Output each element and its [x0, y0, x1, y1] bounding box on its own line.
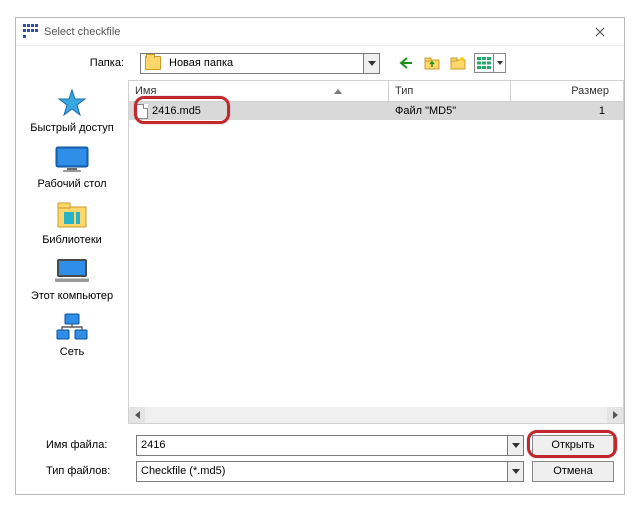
folder-combo-dropdown[interactable]: [363, 54, 379, 73]
chevron-down-icon: [497, 61, 503, 65]
place-quick-access[interactable]: Быстрый доступ: [16, 86, 128, 134]
folder-label: Папка:: [24, 57, 134, 69]
filename-dropdown[interactable]: [507, 436, 523, 455]
place-libraries[interactable]: Библиотеки: [16, 198, 128, 246]
cancel-button[interactable]: Отмена: [532, 461, 614, 482]
place-label: Быстрый доступ: [16, 122, 128, 134]
chevron-down-icon: [512, 443, 520, 448]
file-name: 2416.md5: [152, 105, 201, 117]
column-headers: Имя Тип Размер: [128, 80, 624, 102]
view-menu-button[interactable]: [474, 53, 506, 73]
horizontal-scrollbar[interactable]: [129, 407, 623, 423]
network-icon: [16, 310, 128, 344]
up-folder-icon: [424, 56, 440, 70]
close-icon: [595, 27, 605, 37]
chevron-down-icon: [512, 469, 520, 474]
scroll-right-button[interactable]: [607, 407, 623, 423]
column-header-size[interactable]: Размер: [511, 81, 624, 101]
sort-asc-icon: [334, 89, 342, 94]
close-button[interactable]: [582, 22, 618, 42]
file-size: 1: [511, 105, 623, 117]
place-network[interactable]: Сеть: [16, 310, 128, 358]
new-folder-icon: [450, 56, 466, 70]
place-this-pc[interactable]: Этот компьютер: [16, 254, 128, 302]
file-row[interactable]: 2416.md5 Файл "MD5" 1: [129, 102, 623, 120]
window-title: Select checkfile: [44, 26, 120, 38]
cancel-button-label: Отмена: [553, 465, 592, 477]
filetype-combo[interactable]: Checkfile (*.md5): [136, 461, 524, 482]
place-label: Сеть: [16, 346, 128, 358]
places-bar: Быстрый доступ Рабочий стол Библиотеки: [16, 80, 128, 424]
back-arrow-icon: [398, 56, 414, 70]
filetype-label: Тип файлов:: [16, 465, 128, 477]
folder-icon: [145, 56, 161, 70]
titlebar: Select checkfile: [16, 18, 624, 46]
chevron-right-icon: [613, 411, 618, 419]
scroll-left-button[interactable]: [129, 407, 145, 423]
folder-toolbar: Папка: Новая папка: [16, 46, 624, 80]
place-label: Рабочий стол: [16, 178, 128, 190]
place-desktop[interactable]: Рабочий стол: [16, 142, 128, 190]
chevron-down-icon: [368, 61, 376, 66]
filename-combo[interactable]: [136, 435, 524, 456]
column-header-label: Имя: [135, 85, 156, 97]
up-one-level-button[interactable]: [422, 53, 442, 73]
app-icon: [22, 24, 38, 40]
filename-input[interactable]: [137, 436, 507, 455]
filetype-dropdown[interactable]: [507, 462, 523, 481]
views-icon: [477, 57, 491, 69]
column-header-label: Размер: [571, 85, 609, 97]
filetype-value: Checkfile (*.md5): [137, 465, 507, 477]
column-header-type[interactable]: Тип: [389, 81, 511, 101]
quick-access-icon: [16, 86, 128, 120]
folder-combo-text: Новая папка: [165, 57, 363, 69]
libraries-icon: [16, 198, 128, 232]
folder-combo[interactable]: Новая папка: [140, 53, 380, 74]
open-button[interactable]: Открыть: [532, 435, 614, 456]
file-list[interactable]: 2416.md5 Файл "MD5" 1: [128, 102, 624, 424]
open-file-dialog: Select checkfile Папка: Новая папка: [15, 17, 625, 495]
column-header-name[interactable]: Имя: [129, 81, 389, 101]
desktop-icon: [16, 142, 128, 176]
bottom-panel: Имя файла: Открыть Тип файлов: Checkfile…: [16, 424, 624, 494]
new-folder-button[interactable]: [448, 53, 468, 73]
back-button[interactable]: [396, 53, 416, 73]
column-header-label: Тип: [395, 85, 413, 97]
filename-label: Имя файла:: [16, 439, 128, 451]
file-icon: [135, 104, 148, 119]
open-button-label: Открыть: [551, 439, 594, 451]
chevron-left-icon: [135, 411, 140, 419]
file-type: Файл "MD5": [389, 105, 511, 117]
place-label: Этот компьютер: [16, 290, 128, 302]
computer-icon: [16, 254, 128, 288]
place-label: Библиотеки: [16, 234, 128, 246]
view-menu-dropdown[interactable]: [493, 54, 505, 72]
